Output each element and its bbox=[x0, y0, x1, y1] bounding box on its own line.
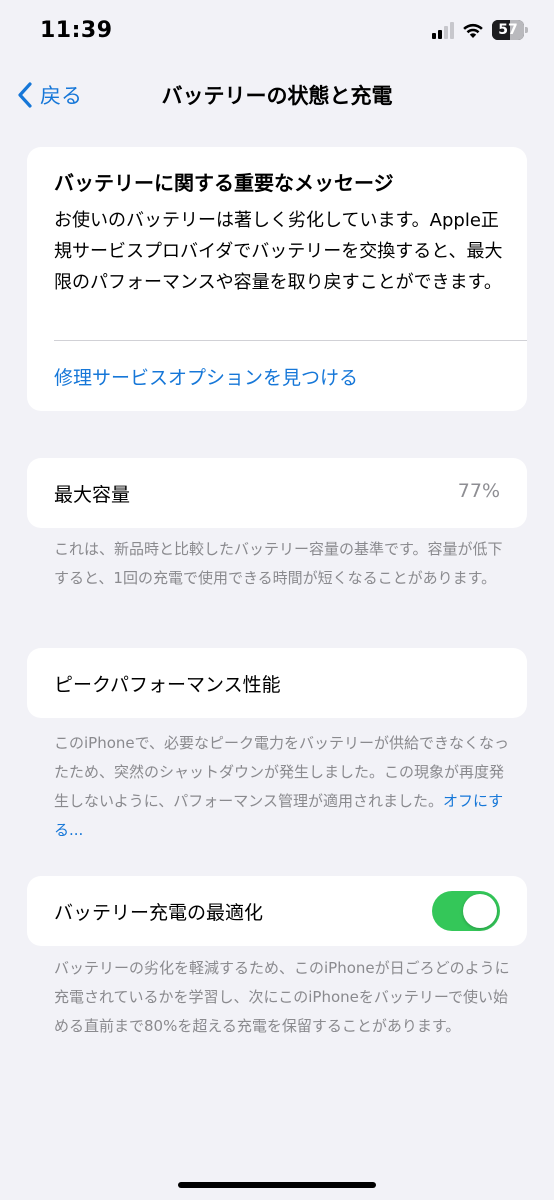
status-icons: 57 bbox=[432, 20, 528, 40]
navigation-bar: 戻る バッテリーの状態と充電 bbox=[0, 66, 554, 122]
home-indicator[interactable] bbox=[178, 1182, 376, 1188]
peak-performance-row: ピークパフォーマンス性能 bbox=[27, 648, 527, 718]
battery-level-text: 57 bbox=[498, 22, 518, 38]
cellular-signal-icon bbox=[432, 22, 454, 39]
optimized-charging-toggle[interactable] bbox=[432, 891, 500, 931]
maximum-capacity-label: 最大容量 bbox=[54, 484, 131, 506]
page-title: バッテリーの状態と充電 bbox=[161, 84, 393, 108]
find-repair-options-link[interactable]: 修理サービスオプションを見つける bbox=[54, 363, 358, 390]
important-message-body: お使いのバッテリーは著しく劣化しています。Apple正規サービスプロバイダでバッ… bbox=[54, 210, 503, 293]
optimized-charging-row: バッテリー充電の最適化 bbox=[27, 876, 527, 946]
divider bbox=[54, 340, 527, 341]
maximum-capacity-footnote: これは、新品時と比較したバッテリー容量の基準です。容量が低下すると、1回の充電で… bbox=[54, 540, 503, 587]
peak-performance-label: ピークパフォーマンス性能 bbox=[54, 674, 281, 696]
optimized-charging-label: バッテリー充電の最適化 bbox=[54, 902, 264, 924]
status-time: 11:39 bbox=[40, 18, 113, 43]
important-message-card: バッテリーに関する重要なメッセージ お使いのバッテリーは著しく劣化しています。A… bbox=[27, 147, 527, 411]
peak-performance-footnote: このiPhoneで、必要なピーク電力をバッテリーが供給できなくなったため、突然の… bbox=[54, 729, 514, 845]
battery-icon: 57 bbox=[492, 20, 528, 40]
optimized-charging-footnote: バッテリーの劣化を軽減するため、このiPhoneが日ごろどのように充電されている… bbox=[54, 959, 510, 1035]
maximum-capacity-row: 最大容量 77% bbox=[27, 458, 527, 528]
wifi-icon bbox=[463, 23, 483, 38]
important-message-title: バッテリーに関する重要なメッセージ bbox=[54, 171, 394, 195]
peak-performance-footnote-text: このiPhoneで、必要なピーク電力をバッテリーが供給できなくなったため、突然の… bbox=[54, 734, 510, 810]
status-bar: 11:39 57 bbox=[0, 0, 554, 66]
toggle-knob bbox=[463, 894, 497, 928]
maximum-capacity-value: 77% bbox=[457, 480, 500, 502]
